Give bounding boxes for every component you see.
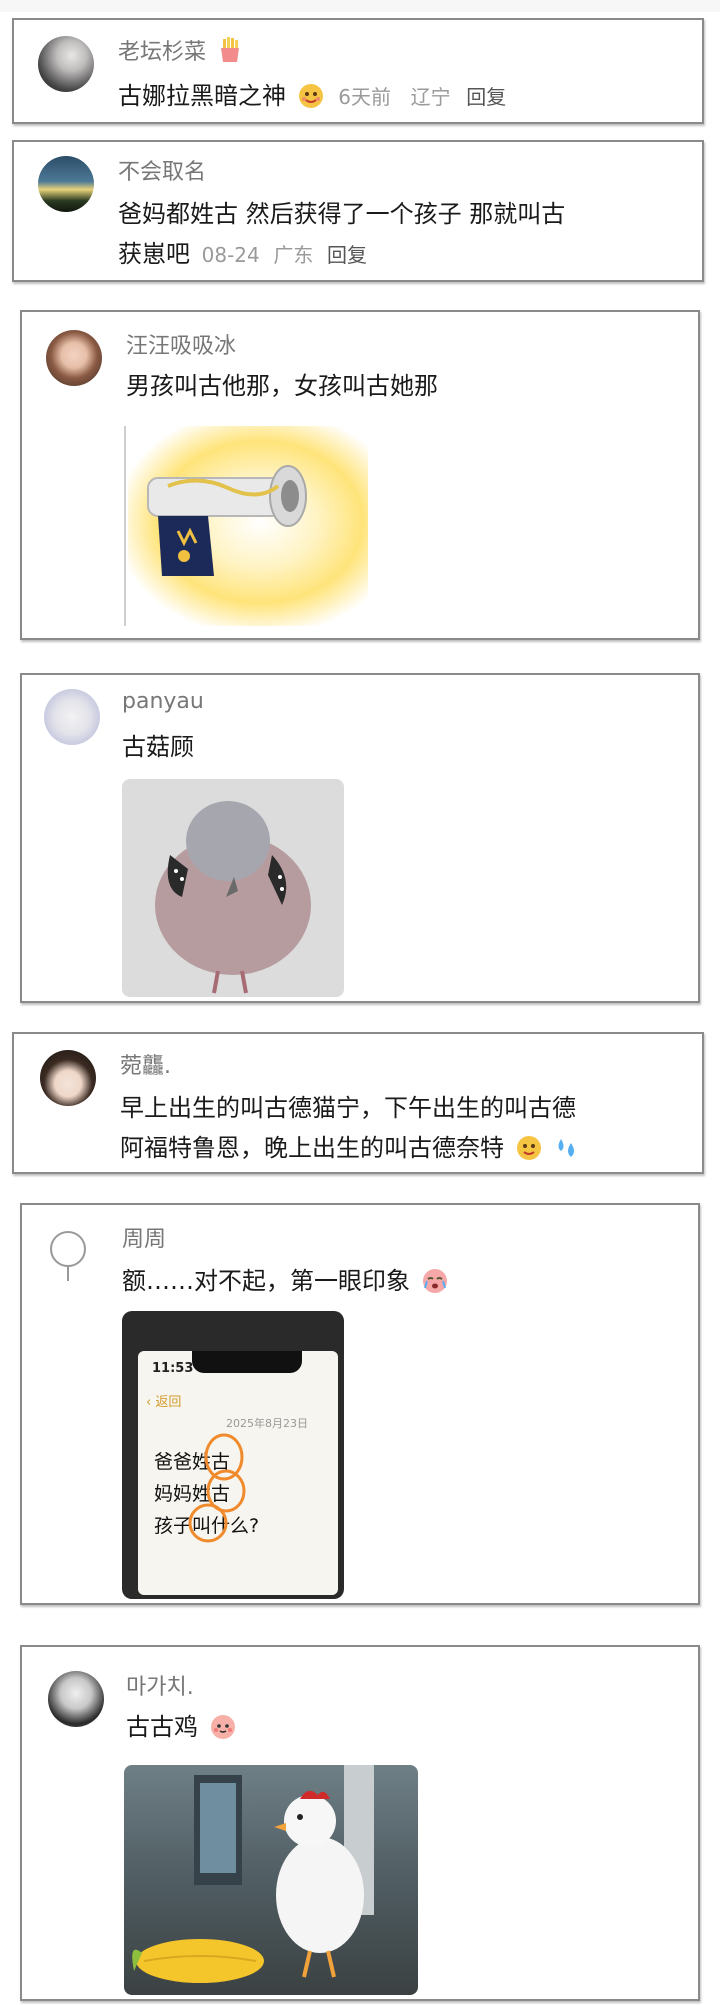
comment-text: 额……对不起，第一眼印象	[122, 1261, 449, 1301]
comment-location: 广东	[273, 243, 314, 267]
comment-card: 周周 额……对不起，第一眼印象 11:53 ‹ 返回 2025年8月23日 爸爸…	[20, 1203, 700, 1605]
bird-image[interactable]	[122, 779, 344, 997]
phone-photo[interactable]: 11:53 ‹ 返回 2025年8月23日 爸爸姓古 妈妈姓古 孩子叫什么?	[122, 1311, 344, 1599]
comment-card: 汪汪吸吸冰 男孩叫古他那，女孩叫古她那	[20, 310, 700, 640]
comment-text: 古古鸡	[126, 1707, 237, 1747]
reply-button[interactable]: 回复	[327, 243, 367, 267]
comment-username[interactable]: 老坛杉菜	[118, 34, 244, 66]
chicken-corn-icon	[132, 1765, 374, 1983]
comment-username[interactable]: 汪汪吸吸冰	[126, 328, 236, 360]
dove-icon	[155, 801, 311, 994]
comment-time: 08-24	[201, 243, 260, 267]
avatar[interactable]	[38, 156, 94, 212]
chicken-image[interactable]	[124, 1765, 418, 1995]
avatar[interactable]	[38, 36, 94, 92]
comment-text: 古娜拉黑暗之神 6天前 辽宁 回复	[118, 82, 507, 110]
comment-username[interactable]: 마가치.	[126, 1669, 194, 1701]
comment-location: 辽宁	[410, 85, 451, 109]
fries-icon	[221, 37, 240, 62]
top-strip	[0, 0, 720, 12]
comment-text: 古菇顾	[122, 733, 194, 761]
water-gun-icon	[147, 465, 307, 576]
comment-text: 男孩叫古他那，女孩叫古她那	[126, 372, 438, 400]
face-emoji-icon	[298, 84, 323, 108]
comment-username[interactable]: 不会取名	[118, 154, 206, 186]
comment-card: 老坛杉菜 古娜拉黑暗之神 6天前 辽宁 回复	[12, 18, 704, 124]
sticker-image[interactable]	[128, 426, 368, 626]
sweat-drops-icon	[558, 1139, 575, 1157]
comment-time: 6天前	[338, 85, 392, 109]
avatar[interactable]	[40, 1050, 96, 1106]
avatar[interactable]	[44, 689, 100, 745]
comment-username[interactable]: 菀龘.	[120, 1048, 171, 1080]
phone-notch	[192, 1351, 302, 1373]
comment-card: panyau 古菇顾	[20, 673, 700, 1003]
crying-face-icon	[422, 1269, 447, 1293]
reply-button[interactable]: 回复	[466, 85, 506, 109]
lollipop-stick	[67, 1265, 69, 1281]
comment-username[interactable]: panyau	[122, 689, 204, 714]
avatar[interactable]	[48, 1671, 104, 1727]
comment-card: 菀龘. 早上出生的叫古德猫宁，下午出生的叫古德 阿福特鲁恩，晚上出生的叫古德奈特	[12, 1032, 704, 1174]
image-divider	[124, 426, 126, 626]
face-emoji-icon	[516, 1136, 541, 1160]
comment-card: 不会取名 爸妈都姓古 然后获得了一个孩子 那就叫古 获崽吧 08-24 广东 回…	[12, 140, 704, 282]
avatar[interactable]	[46, 330, 102, 386]
comment-username[interactable]: 周周	[122, 1221, 166, 1253]
orange-circle-marks	[188, 1433, 246, 1543]
avatar[interactable]	[50, 1231, 86, 1267]
comment-card: 마가치. 古古鸡	[20, 1645, 700, 2001]
comment-text: 早上出生的叫古德猫宁，下午出生的叫古德 阿福特鲁恩，晚上出生的叫古德奈特	[120, 1088, 581, 1168]
phone-screen: 11:53 ‹ 返回 2025年8月23日 爸爸姓古 妈妈姓古 孩子叫什么?	[138, 1351, 338, 1595]
comment-text: 爸妈都姓古 然后获得了一个孩子 那就叫古 获崽吧 08-24 广东 回复	[118, 200, 566, 268]
blushing-face-icon	[210, 1715, 235, 1739]
